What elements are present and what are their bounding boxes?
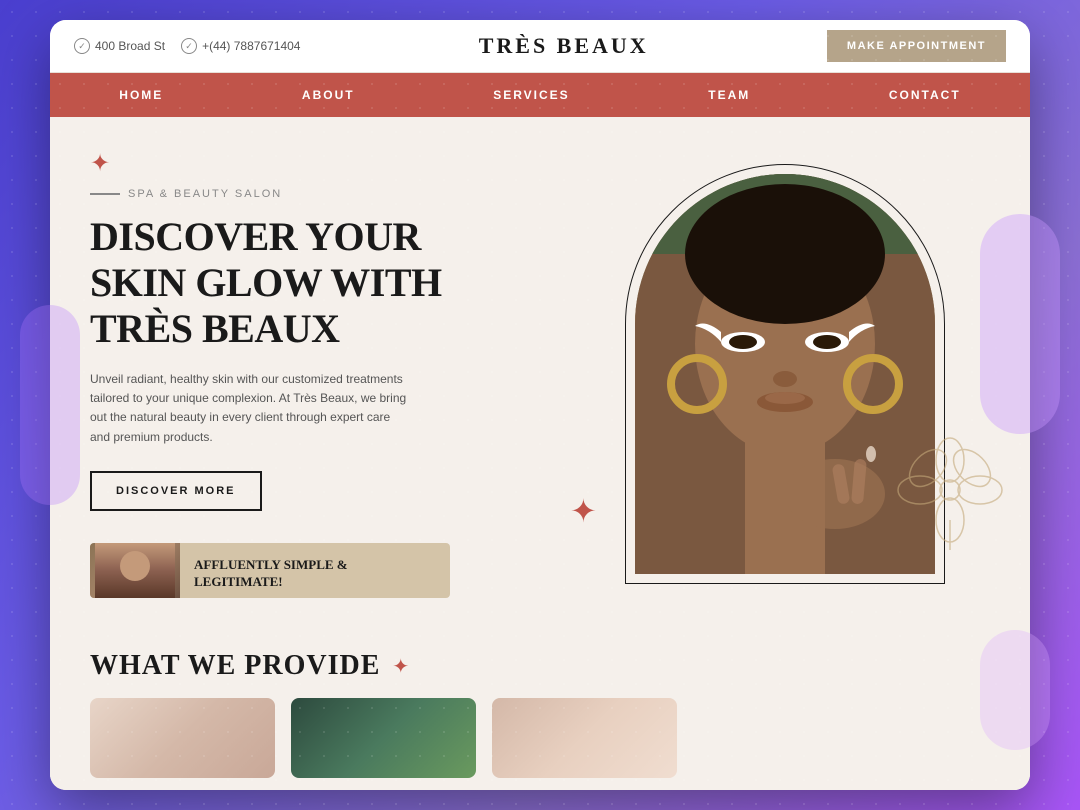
service-card-1[interactable] [90,698,275,778]
nav-item-about[interactable]: ABOUT [282,74,375,116]
nav-item-services[interactable]: SERVICES [473,74,589,116]
service-card-2[interactable] [291,698,476,778]
check-icon-phone: ✓ [181,38,197,54]
promo-text: Experience luxury through simplicity wit… [194,597,436,598]
hero-heading: DISCOVER YOUR SKIN GLOW WITH TRÈS BEAUX [90,214,500,352]
promo-title: AFFLUENTLY SIMPLE & LEGITIMATE! [194,557,436,591]
spa-label-text: SPA & BEAUTY SALON [128,188,282,200]
spa-line [90,193,120,195]
site-title: TRÈS BEAUX [479,33,649,59]
service-card-3[interactable] [492,698,677,778]
phone-contact: ✓ +(44) 7887671404 [181,38,300,54]
flower-decoration [890,430,1010,550]
nav-item-home[interactable]: HOME [99,74,183,116]
person-image [95,543,175,598]
hero-heading-line2: SKIN GLOW WITH [90,260,442,305]
browser-window: ✓ 400 Broad St ✓ +(44) 7887671404 TRÈS B… [50,20,1030,790]
hero-heading-line3: TRÈS BEAUX [90,306,340,351]
nav-item-team[interactable]: TEAM [688,74,770,116]
services-grid [90,698,990,778]
diamond-icon-top: ✦ [90,149,500,178]
main-content: ✦ SPA & BEAUTY SALON DISCOVER YOUR SKIN … [50,117,1030,790]
check-icon-address: ✓ [74,38,90,54]
spa-label: SPA & BEAUTY SALON [90,188,500,200]
hero-right: ✦ [540,117,1030,630]
section-diamond-icon: ✦ [392,654,409,679]
nav-bar: HOME ABOUT SERVICES TEAM CONTACT [50,73,1030,117]
hero-left: ✦ SPA & BEAUTY SALON DISCOVER YOUR SKIN … [50,117,540,630]
section-title: WHAT WE PROVIDE [90,650,380,682]
phone-text: +(44) 7887671404 [202,39,300,53]
address-contact: ✓ 400 Broad St [74,38,165,54]
hero-description: Unveil radiant, healthy skin with our cu… [90,370,410,447]
diamond-icon-hero: ✦ [570,492,597,530]
hero-heading-line1: DISCOVER YOUR [90,214,421,259]
nav-item-contact[interactable]: CONTACT [869,74,981,116]
hero-section: ✦ SPA & BEAUTY SALON DISCOVER YOUR SKIN … [50,117,1030,630]
contact-info: ✓ 400 Broad St ✓ +(44) 7887671404 [74,38,300,54]
top-bar: ✓ 400 Broad St ✓ +(44) 7887671404 TRÈS B… [50,20,1030,73]
address-text: 400 Broad St [95,39,165,53]
promo-card-image [90,543,180,598]
promo-card: AFFLUENTLY SIMPLE & LEGITIMATE! Experien… [90,543,450,598]
appointment-button[interactable]: MAKE APPOINTMENT [827,30,1006,62]
discover-more-button[interactable]: DISCOVER MORE [90,471,262,511]
promo-card-content: AFFLUENTLY SIMPLE & LEGITIMATE! Experien… [180,543,450,598]
bottom-section: WHAT WE PROVIDE ✦ [50,630,1030,790]
section-title-row: WHAT WE PROVIDE ✦ [90,650,990,682]
